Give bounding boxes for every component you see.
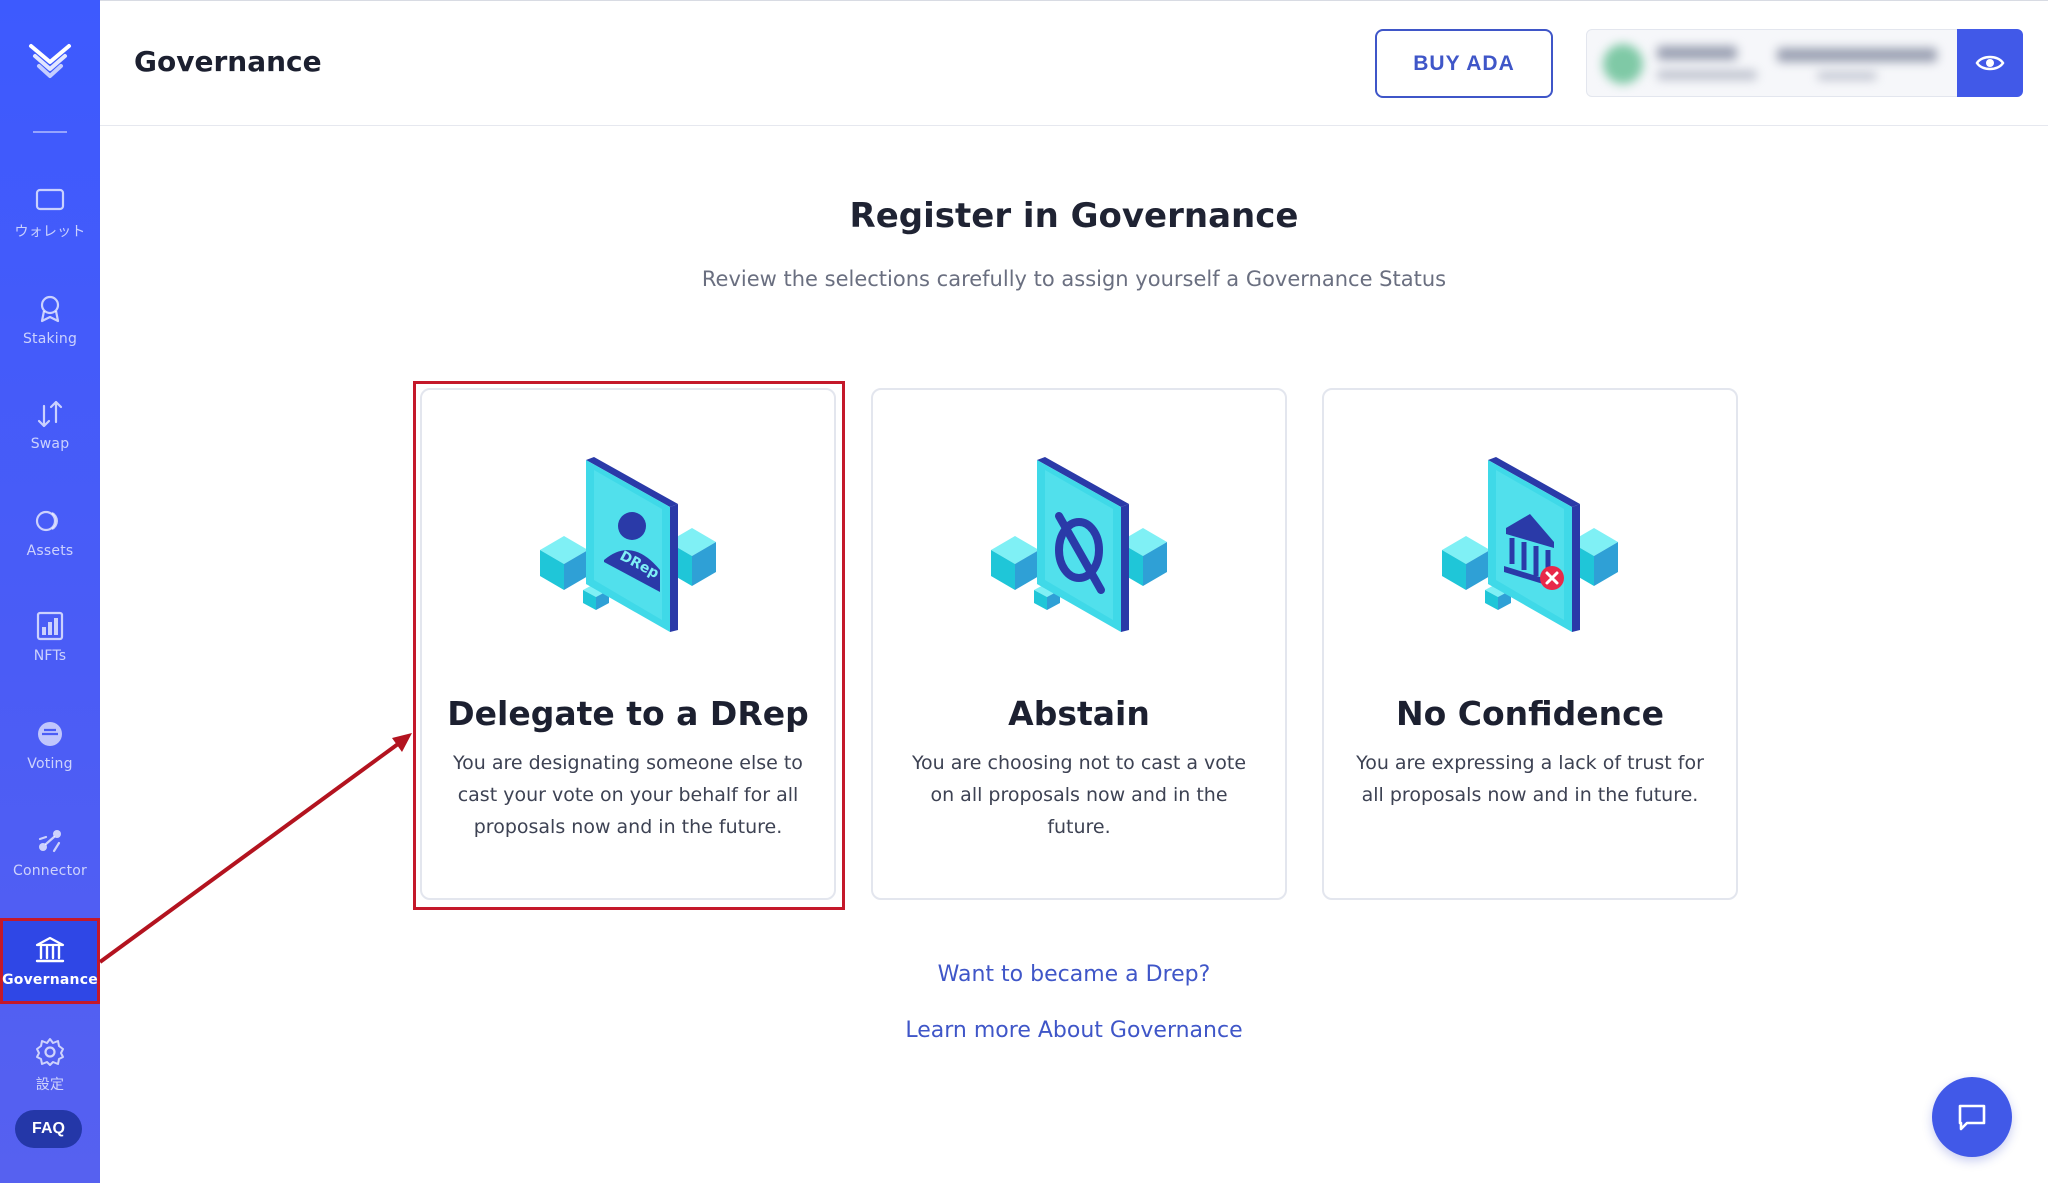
swap-icon [37,400,63,428]
card-abstain[interactable]: Abstain You are choosing not to cast a v… [871,388,1287,900]
chat-support-button[interactable] [1932,1077,2012,1157]
eye-icon [1975,55,2005,71]
connector-icon [38,830,61,853]
sidebar-item-label: 設定 [35,1077,65,1093]
card-title: Abstain [1008,694,1150,733]
learn-more-governance-link[interactable]: Learn more About Governance [100,1018,2048,1043]
sidebar-item-staking[interactable]: Staking [0,280,100,360]
top-header: Governance BUY ADA [100,0,2048,126]
blurred-balance [1777,48,1937,62]
abstain-illustration-icon [991,457,1167,632]
sidebar-divider [33,131,67,133]
blurred-account-sub [1657,70,1757,80]
card-title: No Confidence [1395,694,1665,733]
staking-icon [40,295,60,323]
voting-icon [38,722,62,746]
card-description: You are expressing a lack of trust for a… [1356,752,1704,806]
card-no-confidence[interactable]: No Confidence You are expressing a lack … [1322,388,1738,900]
card-delegate-drep[interactable]: DRep Delegate to a DRep You are designat… [420,388,836,900]
nfts-icon [36,611,64,641]
sidebar-item-label: Assets [26,543,74,559]
sidebar-item-label: NFTs [33,648,67,664]
buy-ada-button[interactable]: BUY ADA [1375,29,1553,98]
sidebar-item-wallet[interactable]: ウォレット [0,172,100,252]
sidebar-item-nfts[interactable]: NFTs [0,597,100,677]
wallet-icon [35,188,65,211]
card-title: Delegate to a DRep [447,694,809,733]
sidebar-item-settings[interactable]: 設定 [0,1025,100,1105]
sidebar-item-swap[interactable]: Swap [0,385,100,465]
section-title: Register in Governance [849,196,1299,236]
sidebar-item-label: ウォレット [14,224,86,240]
sidebar-item-label: Swap [30,436,70,452]
sidebar-item-connector[interactable]: Connector [0,812,100,892]
become-drep-link[interactable]: Want to became a Drep? [100,962,2048,987]
sidebar-item-label: Governance [2,972,98,988]
governance-icon [35,936,65,963]
faq-button[interactable]: FAQ [15,1110,82,1148]
blurred-balance-sub [1817,72,1877,80]
chat-icon [1958,1104,1986,1131]
sidebar-item-label: Voting [27,756,73,772]
page-title: Governance [134,45,322,78]
wallet-account-pill[interactable] [1586,29,1960,97]
blurred-account-name [1657,46,1737,60]
sidebar-item-label: Connector [12,863,87,879]
avatar [1603,44,1643,84]
sidebar-item-governance[interactable]: Governance [0,918,100,1004]
sidebar: ウォレット Staking Swap Assets NFTs Voting Co… [0,0,100,1183]
section-subtitle: Review the selections carefully to assig… [701,267,1447,291]
no-confidence-illustration-icon [1442,457,1618,632]
gear-icon [36,1038,64,1066]
card-description: You are choosing not to cast a vote on a… [911,752,1247,838]
card-description: You are designating someone else to cast… [453,752,803,838]
sidebar-item-voting[interactable]: Voting [0,705,100,785]
drep-illustration-icon: DRep [540,457,716,632]
sidebar-item-assets[interactable]: Assets [0,492,100,572]
toggle-visibility-button[interactable] [1957,29,2023,97]
assets-icon [35,510,58,532]
sidebar-item-label: Staking [22,331,78,347]
logo-icon[interactable] [27,38,73,84]
